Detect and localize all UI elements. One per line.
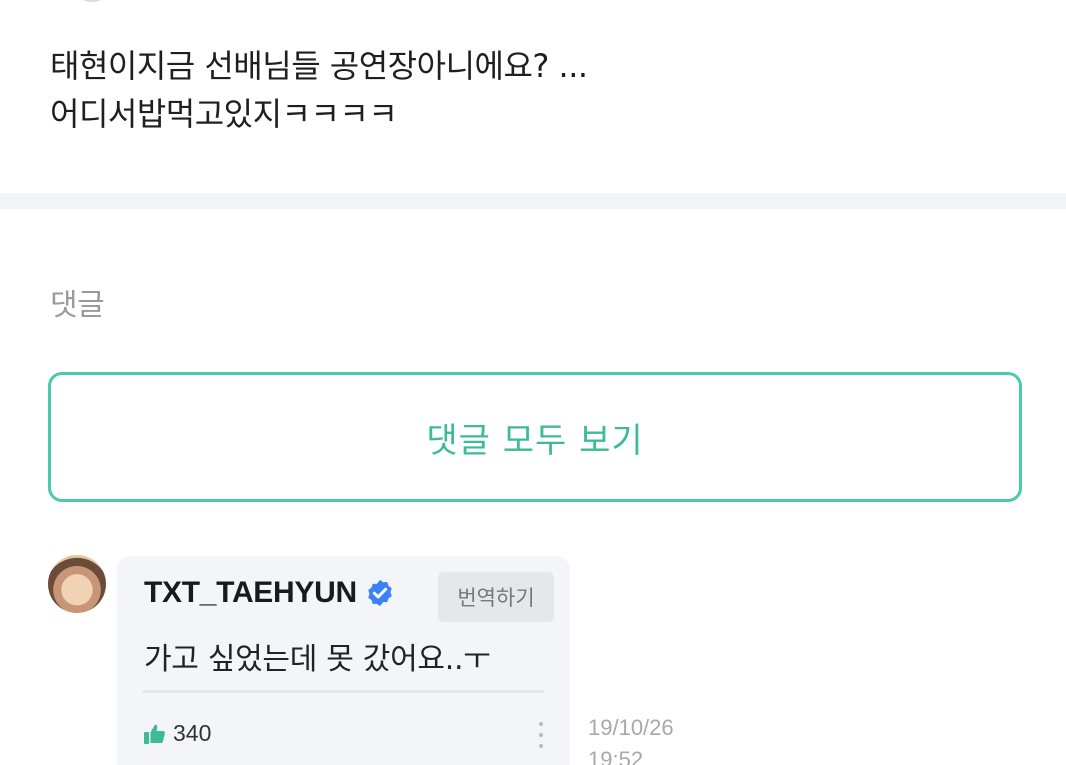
more-options-button[interactable] — [535, 722, 547, 748]
like-button[interactable]: 340 — [143, 720, 211, 747]
translate-button[interactable]: 번역하기 — [438, 572, 554, 622]
view-all-comments-button[interactable]: 댓글 모두 보기 — [48, 372, 1022, 502]
comment-date: 19/10/26 — [588, 715, 674, 740]
section-divider — [0, 193, 1066, 209]
comment-author-name: TXT_TAEHYUN — [144, 576, 357, 609]
thumbs-up-icon — [144, 724, 165, 744]
comment-card: TXT_TAEHYUN 번역하기 가고 싶었는데 못 갔어요..ㅜ 340 — [117, 556, 570, 765]
comment-timestamp: 19/10/26 19:52 — [588, 712, 708, 765]
more-dot-icon — [539, 722, 543, 726]
comments-heading: 댓글 — [50, 288, 105, 323]
verified-badge-icon — [368, 579, 392, 607]
like-count: 340 — [173, 720, 212, 746]
comment-text: 가고 싶었는데 못 갔어요..ㅜ — [144, 642, 491, 677]
author-avatar-stub — [72, 0, 112, 2]
avatar[interactable] — [48, 555, 106, 613]
comment-author[interactable]: TXT_TAEHYUN — [144, 576, 395, 610]
more-dot-icon — [539, 744, 543, 748]
post-detail-page: 태현이지금 선배님들 공연장아니에요? ... 어디서밥먹고있지ㅋㅋㅋㅋ 댓글 … — [0, 0, 1066, 765]
post-body-line: 태현이지금 선배님들 공연장아니에요? ... — [50, 47, 588, 85]
post-body-line: 어디서밥먹고있지ㅋㅋㅋㅋ — [50, 95, 398, 133]
comment-divider — [143, 690, 544, 693]
post-body: 태현이지금 선배님들 공연장아니에요? ... 어디서밥먹고있지ㅋㅋㅋㅋ — [50, 42, 1010, 138]
comment-time: 19:52 — [588, 747, 644, 765]
more-dot-icon — [539, 733, 543, 737]
